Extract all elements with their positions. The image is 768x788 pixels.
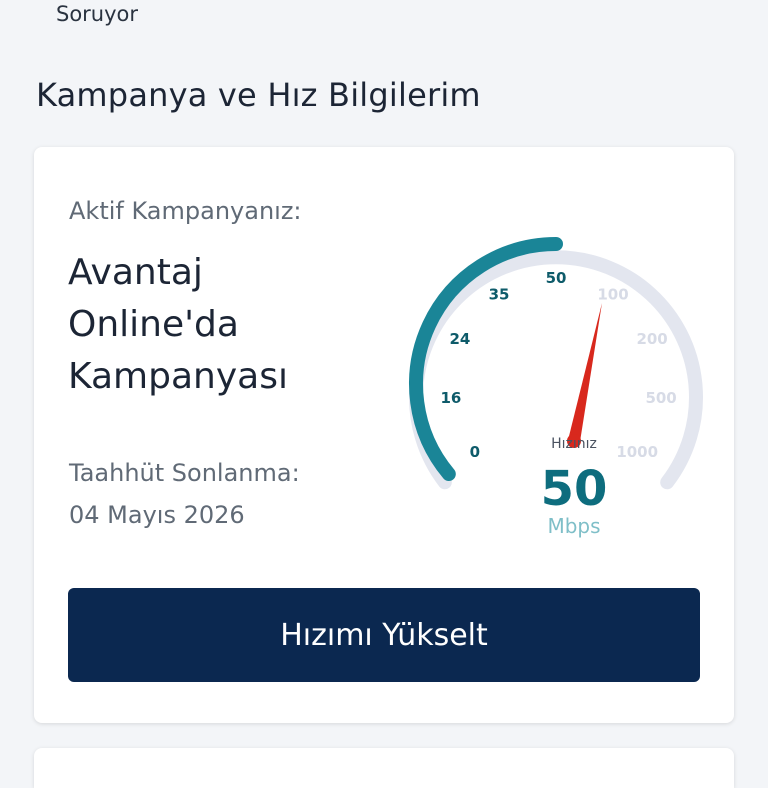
- campaign-name: Avantaj Online'da Kampanyası: [68, 252, 288, 397]
- gauge-tick-label: 50: [546, 269, 567, 287]
- next-card-edge: [34, 748, 734, 788]
- gauge-needle: [568, 303, 602, 443]
- section-title: Kampanya ve Hız Bilgilerim: [36, 76, 481, 114]
- gauge-tick-label: 35: [489, 286, 510, 304]
- upgrade-speed-button[interactable]: Hızımı Yükselt: [68, 588, 700, 682]
- gauge-tick-label: 200: [636, 330, 667, 348]
- commitment-end-date: 04 Mayıs 2026: [69, 501, 245, 529]
- active-campaign-label: Aktif Kampanyanız:: [69, 197, 302, 225]
- speed-gauge: 0 16 24 35 50 100 200 500 1000 Hızınız 50 Mbps: [409, 237, 703, 538]
- gauge-tick-label: 500: [645, 389, 676, 407]
- campaign-card: Aktif Kampanyanız: Avantaj Online'da Kam…: [34, 147, 734, 723]
- gauge-tick-label: 1000: [616, 443, 658, 461]
- gauge-tick-label: 16: [440, 389, 461, 407]
- gauge-tick-label: 0: [470, 443, 480, 461]
- previous-section-fragment: Soruyor: [56, 2, 139, 26]
- gauge-tick-label: 100: [597, 286, 628, 304]
- gauge-tick-label: 24: [449, 330, 470, 348]
- speed-unit: Mbps: [547, 514, 600, 538]
- speed-caption: Hızınız: [551, 436, 597, 452]
- commitment-end-label: Taahhüt Sonlanma:: [69, 459, 300, 487]
- speed-value: 50: [541, 461, 608, 517]
